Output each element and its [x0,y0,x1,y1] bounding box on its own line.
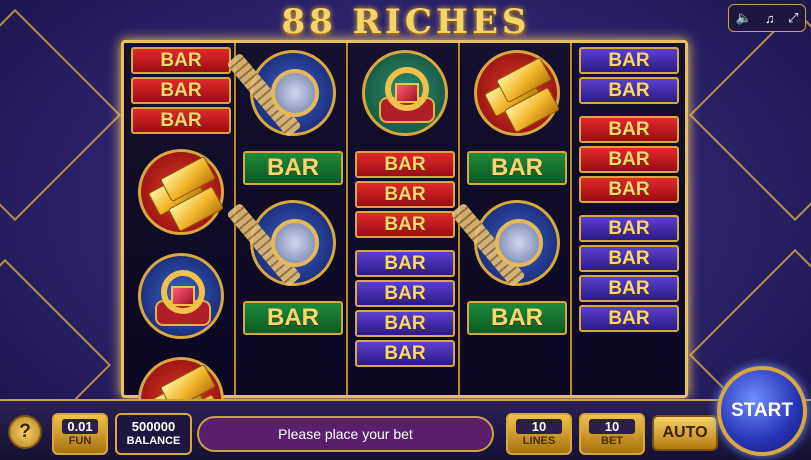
background-deco-left [0,8,122,222]
gold-bars-symbol [466,47,568,139]
bar-symbol-red: BAR [579,176,679,203]
help-button[interactable]: ? [8,415,42,449]
watch-icon [271,219,319,267]
reel-2: BAR BAR [226,43,348,395]
bar-symbol-blue: BAR [579,47,679,74]
bar-symbol-red: BAR [131,77,231,104]
bar-symbol-blue: BAR [355,250,455,277]
coin-value: 0.01 [62,419,98,434]
bar-symbol-blue: BAR [355,310,455,337]
auto-spin-button[interactable]: AUTO [652,415,718,451]
symbol-disc [450,200,560,288]
symbol-disc [362,50,448,136]
top-controls: 🔈 ♫ ⤢ [728,4,806,32]
ring-symbol [130,250,232,342]
watch-icon [495,219,543,267]
lines-selector[interactable]: 10 LINES [506,413,572,455]
coin-value-selector[interactable]: 0.01 FUN [52,413,108,455]
bar-symbol-red: BAR [579,146,679,173]
watch-symbol [226,47,344,139]
balance-value: 500000 [131,419,176,434]
bet-label: BET [601,435,623,447]
bar-symbol-blue: BAR [355,280,455,307]
bar-symbol-blue: BAR [579,245,679,272]
bar-symbol-green: BAR [467,151,567,185]
bar-symbol-red: BAR [355,211,455,238]
bet-selector[interactable]: 10 BET [579,413,645,455]
symbol-disc [226,200,336,288]
lines-value: 10 [516,419,562,434]
symbol-disc [138,253,224,339]
music-note-icon[interactable]: ♫ [765,11,775,26]
watch-symbol [450,197,568,289]
speaker-icon[interactable]: 🔈 [736,10,752,26]
background-deco-right [688,8,811,222]
bar-symbol-green: BAR [243,151,343,185]
reel-5: BAR BAR BAR BAR BAR BAR BAR BAR BAR [574,43,684,395]
bar-symbol-red: BAR [355,151,455,178]
bet-value: 10 [589,419,635,434]
bar-symbol-blue: BAR [579,215,679,242]
gem-icon [395,83,419,103]
bar-symbol-blue: BAR [579,305,679,332]
bar-symbol-red: BAR [131,107,231,134]
bottom-bar: ? 0.01 FUN 500000 BALANCE Please place y… [0,399,811,460]
balance-label: BALANCE [126,435,181,447]
bar-symbol-green: BAR [467,301,567,335]
game-title: 88 RICHES [281,2,531,42]
ring-symbol [354,47,456,139]
fullscreen-icon[interactable]: ⤢ [788,10,798,26]
lines-label: LINES [522,435,556,447]
status-message: Please place your bet [197,416,494,452]
watch-symbol [226,197,344,289]
bar-symbol-red: BAR [355,181,455,208]
gold-bars-symbol [130,146,232,238]
start-spin-button[interactable]: START [717,366,807,456]
symbol-disc [226,50,336,138]
bar-symbol-blue: BAR [579,77,679,104]
bar-symbol-red: BAR [579,116,679,143]
bar-symbol-green: BAR [243,301,343,335]
reel-3: BAR BAR BAR BAR BAR BAR BAR [350,43,460,395]
coin-label: FUN [68,435,92,447]
watch-icon [271,69,319,117]
gem-icon [171,286,195,306]
balance-display: 500000 BALANCE [115,413,192,455]
symbol-disc [474,50,561,136]
reel-1: BAR BAR BAR [126,43,236,443]
bar-symbol-blue: BAR [579,275,679,302]
bar-symbol-red: BAR [131,47,231,74]
reel-4: BAR BAR [450,43,572,395]
bar-symbol-blue: BAR [355,340,455,367]
symbol-disc [138,149,225,235]
reel-frame: BAR BAR BAR BAR BAR BAR BAR BAR BAR BAR BAR BAR BAR B… [121,40,688,443]
